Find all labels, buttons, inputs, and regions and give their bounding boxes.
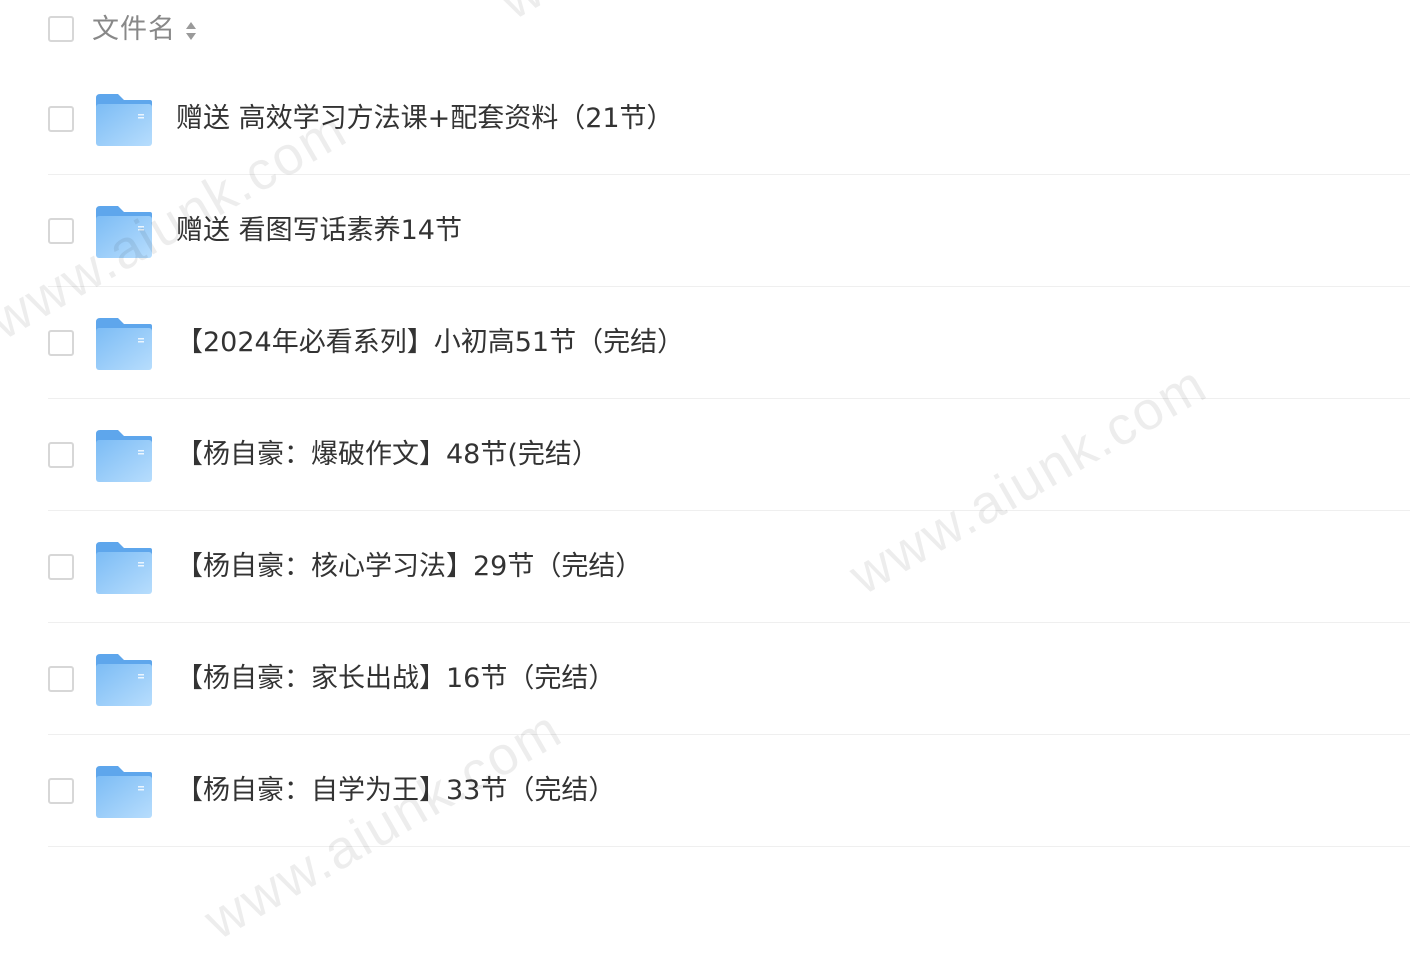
file-row[interactable]: 【杨自豪：自学为王】33节（完结） xyxy=(0,735,1410,847)
file-browser-page: 文件名 赠送 高效学习方法课+配套资料（21节） 赠送 看图写话素养14节 【2… xyxy=(0,0,1410,962)
file-name[interactable]: 【杨自豪：核心学习法】29节（完结） xyxy=(176,549,642,585)
folder-icon xyxy=(96,654,152,706)
folder-icon xyxy=(96,430,152,482)
file-row[interactable]: 赠送 看图写话素养14节 xyxy=(0,175,1410,287)
row-divider xyxy=(48,846,1410,847)
folder-icon xyxy=(96,542,152,594)
file-name[interactable]: 【2024年必看系列】小初高51节（完结） xyxy=(176,325,684,361)
row-checkbox[interactable] xyxy=(48,106,74,132)
row-checkbox[interactable] xyxy=(48,442,74,468)
file-name[interactable]: 赠送 看图写话素养14节 xyxy=(176,213,462,249)
column-header-filename[interactable]: 文件名 xyxy=(92,12,176,48)
file-row[interactable]: 【杨自豪：爆破作文】48节(完结） xyxy=(0,399,1410,511)
file-name[interactable]: 【杨自豪：家长出战】16节（完结） xyxy=(176,661,615,697)
row-checkbox[interactable] xyxy=(48,218,74,244)
file-row[interactable]: 【2024年必看系列】小初高51节（完结） xyxy=(0,287,1410,399)
folder-icon xyxy=(96,206,152,258)
sort-updown-icon[interactable] xyxy=(184,19,198,43)
file-row[interactable]: 【杨自豪：家长出战】16节（完结） xyxy=(0,623,1410,735)
row-checkbox[interactable] xyxy=(48,330,74,356)
file-name[interactable]: 【杨自豪：爆破作文】48节(完结） xyxy=(176,437,599,473)
file-name[interactable]: 【杨自豪：自学为王】33节（完结） xyxy=(176,773,615,809)
file-name[interactable]: 赠送 高效学习方法课+配套资料（21节） xyxy=(176,101,674,137)
folder-icon xyxy=(96,94,152,146)
folder-icon xyxy=(96,318,152,370)
list-header: 文件名 xyxy=(0,0,1410,62)
file-row[interactable]: 赠送 高效学习方法课+配套资料（21节） xyxy=(0,63,1410,175)
file-row[interactable]: 【杨自豪：核心学习法】29节（完结） xyxy=(0,511,1410,623)
row-checkbox[interactable] xyxy=(48,554,74,580)
folder-icon xyxy=(96,766,152,818)
row-checkbox[interactable] xyxy=(48,778,74,804)
row-checkbox[interactable] xyxy=(48,666,74,692)
select-all-checkbox[interactable] xyxy=(48,16,74,42)
